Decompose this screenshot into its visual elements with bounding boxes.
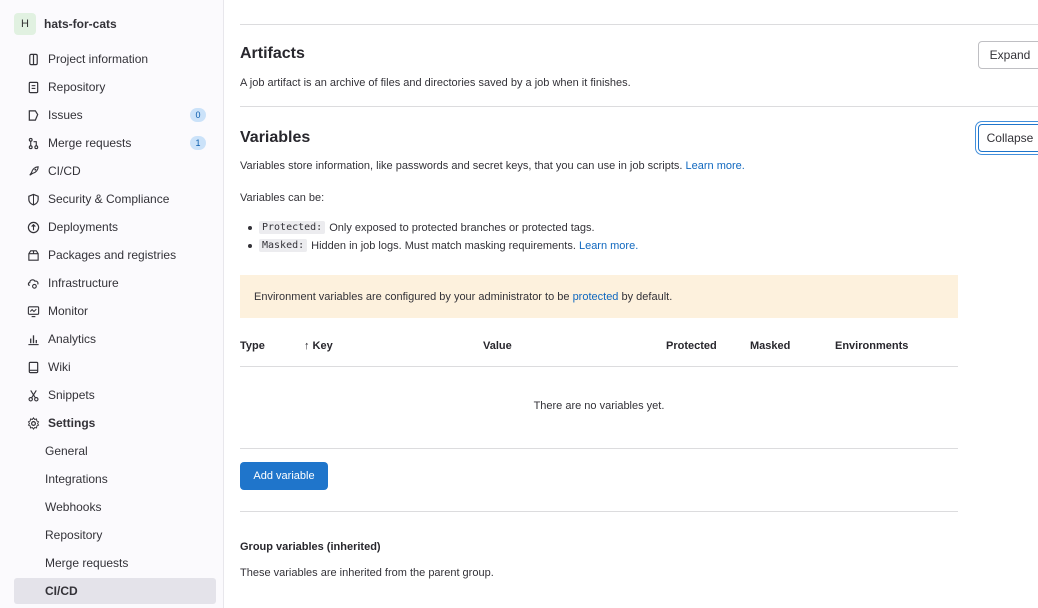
column-header-key[interactable]: ↑ Key — [304, 340, 333, 352]
sidebar-item-label: Repository — [48, 80, 106, 94]
project-header[interactable]: H hats-for-cats — [14, 12, 117, 36]
divider — [240, 511, 958, 512]
artifacts-heading: Artifacts — [240, 45, 305, 62]
sidebar-item-label: CI/CD — [48, 164, 81, 178]
merge-requests-count-badge: 1 — [190, 136, 206, 150]
alert-protected-link[interactable]: protected — [573, 291, 619, 303]
shield-icon — [26, 192, 40, 206]
sidebar-item-merge-requests[interactable]: Merge requests 1 — [14, 131, 216, 155]
chart-icon — [26, 332, 40, 346]
sidebar-item-infrastructure[interactable]: Infrastructure — [14, 271, 216, 295]
book-icon — [26, 360, 40, 374]
sidebar-item-label: Settings — [48, 416, 96, 430]
column-header-masked: Masked — [750, 340, 791, 352]
settings-icon — [26, 416, 40, 430]
sidebar-item-wiki[interactable]: Wiki — [14, 355, 216, 379]
column-header-type: Type — [240, 340, 265, 352]
scissors-icon — [26, 388, 40, 402]
sidebar-item-snippets[interactable]: Snippets — [14, 383, 216, 407]
package-icon — [26, 248, 40, 262]
issues-count-badge: 0 — [190, 108, 206, 122]
repository-icon — [26, 80, 40, 94]
table-divider — [240, 448, 958, 449]
variables-heading: Variables — [240, 129, 311, 146]
add-variable-button[interactable]: Add variable — [240, 462, 328, 490]
bullet-dot — [248, 243, 252, 248]
settings-subitem-webhooks[interactable]: Webhooks — [14, 494, 216, 520]
sidebar-item-project-information[interactable]: Project information — [14, 47, 216, 71]
list-item: Masked: Hidden in job logs. Must match m… — [248, 239, 638, 252]
project-name: hats-for-cats — [44, 17, 117, 31]
group-variables-description: These variables are inherited from the p… — [240, 567, 494, 579]
sidebar-item-issues[interactable]: Issues 0 — [14, 103, 216, 127]
sidebar-item-label: Packages and registries — [48, 248, 177, 262]
variables-can-be: Variables can be: — [240, 192, 325, 204]
protected-text: Only exposed to protected branches or pr… — [329, 221, 595, 234]
merge-request-icon — [26, 136, 40, 150]
sidebar: H hats-for-cats Project information Repo… — [0, 0, 224, 608]
empty-state-text: There are no variables yet. — [533, 400, 665, 412]
variables-description: Variables store information, like passwo… — [240, 160, 745, 172]
project-avatar: H — [14, 13, 36, 35]
sidebar-item-label: Security & Compliance — [48, 192, 170, 206]
sidebar-item-label: Project information — [48, 52, 149, 66]
learn-more-link[interactable]: Learn more. — [686, 160, 745, 172]
sidebar-item-ci-cd[interactable]: CI/CD — [14, 159, 216, 183]
artifacts-description: A job artifact is an archive of files an… — [240, 77, 631, 89]
project-info-icon — [26, 52, 40, 66]
deployments-icon — [26, 220, 40, 234]
sidebar-item-label: Issues — [48, 108, 83, 122]
table-divider — [240, 366, 958, 367]
sidebar-item-deployments[interactable]: Deployments — [14, 215, 216, 239]
settings-subitem-integrations[interactable]: Integrations — [14, 466, 216, 492]
column-header-protected: Protected — [666, 340, 717, 352]
sidebar-item-label: Infrastructure — [48, 276, 119, 290]
group-variables-heading: Group variables (inherited) — [240, 541, 381, 553]
masked-text: Hidden in job logs. Must match masking r… — [311, 239, 576, 252]
issues-icon — [26, 108, 40, 122]
alert-suffix: by default. — [621, 290, 673, 303]
sidebar-item-analytics[interactable]: Analytics — [14, 327, 216, 351]
settings-subitem-repository[interactable]: Repository — [14, 522, 216, 548]
sidebar-item-label: Wiki — [48, 360, 71, 374]
list-item: Protected: Only exposed to protected bra… — [248, 221, 595, 234]
cloud-gear-icon — [26, 276, 40, 290]
sidebar-item-security-compliance[interactable]: Security & Compliance — [14, 187, 216, 211]
settings-subitem-ci-cd[interactable]: CI/CD — [14, 578, 216, 604]
column-header-value: Value — [483, 340, 512, 352]
variables-description-text: Variables store information, like passwo… — [240, 160, 683, 172]
rocket-icon — [26, 164, 40, 178]
sidebar-item-repository[interactable]: Repository — [14, 75, 216, 99]
column-header-environments: Environments — [835, 340, 909, 352]
sidebar-item-packages-registries[interactable]: Packages and registries — [14, 243, 216, 267]
alert-prefix: Environment variables are configured by … — [254, 290, 570, 303]
settings-subitem-merge-requests[interactable]: Merge requests — [14, 550, 216, 576]
sidebar-item-label: Analytics — [48, 332, 97, 346]
masked-code: Masked: — [259, 239, 308, 252]
expand-artifacts-button[interactable]: Expand — [978, 41, 1038, 69]
environment-alert: Environment variables are configured by … — [240, 275, 958, 318]
sidebar-item-label: Monitor — [48, 304, 89, 318]
sidebar-item-label: Merge requests — [48, 136, 132, 150]
monitor-icon — [26, 304, 40, 318]
sidebar-item-label: Deployments — [48, 220, 119, 234]
sidebar-item-monitor[interactable]: Monitor — [14, 299, 216, 323]
bullet-dot — [248, 225, 252, 230]
divider — [240, 24, 1038, 25]
protected-code: Protected: — [259, 221, 326, 234]
sidebar-item-label: Snippets — [48, 388, 95, 402]
masked-learn-more-link[interactable]: Learn more. — [579, 240, 638, 252]
divider — [240, 106, 1038, 107]
settings-subitem-general[interactable]: General — [14, 438, 216, 464]
sidebar-item-settings[interactable]: Settings — [14, 411, 216, 435]
collapse-variables-button[interactable]: Collapse — [978, 124, 1038, 152]
